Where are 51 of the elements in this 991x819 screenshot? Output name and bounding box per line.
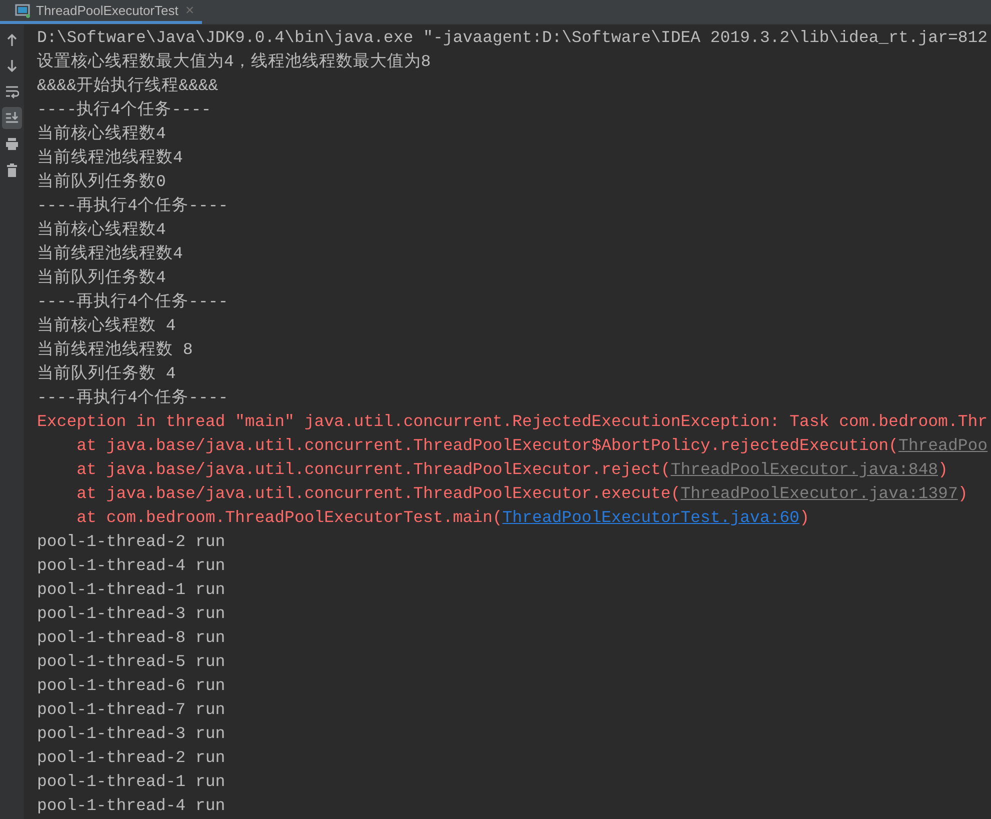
console-line: 设置核心线程数最大值为4，线程池线程数最大值为8 bbox=[37, 52, 431, 71]
console-line: pool-1-thread-1 run bbox=[37, 772, 226, 791]
console-line: pool-1-thread-5 run bbox=[37, 652, 226, 671]
console-line: pool-1-thread-7 run bbox=[37, 700, 226, 719]
source-link[interactable]: ThreadPoolExecutor.java:848 bbox=[670, 460, 938, 479]
console-line: 当前核心线程数 4 bbox=[37, 316, 176, 335]
console-line: &&&&开始执行线程&&&& bbox=[37, 76, 218, 95]
console-line: ----再执行4个任务---- bbox=[37, 388, 228, 407]
down-arrow-icon bbox=[4, 59, 18, 73]
console-line: pool-1-thread-6 run bbox=[37, 676, 226, 695]
console-line: pool-1-thread-1 run bbox=[37, 580, 226, 599]
console-line: 当前队列任务数0 bbox=[37, 172, 166, 191]
error-line: Exception in thread "main" java.util.concurrent.RejectedExecutionException: Task com.bedroom.Thr bbox=[37, 412, 988, 431]
stack-trace-text: ) bbox=[799, 508, 810, 527]
tab-title: ThreadPoolExecutorTest bbox=[36, 2, 178, 20]
console-icon bbox=[15, 4, 31, 18]
stack-trace-text: at java.base/java.util.concurrent.ThreadPoolExecutor.reject( bbox=[76, 460, 671, 479]
console-line: 当前核心线程数4 bbox=[37, 124, 166, 143]
stack-trace-text: at java.base/java.util.concurrent.ThreadPoolExecutor$AbortPolicy.rejectedExecution( bbox=[76, 436, 898, 455]
scroll-to-end-icon bbox=[4, 111, 18, 125]
console-line: 当前队列任务数 4 bbox=[37, 364, 176, 383]
stack-trace-text: ) bbox=[958, 484, 968, 503]
console-line: ----再执行4个任务---- bbox=[37, 196, 228, 215]
stack-trace-text: at java.base/java.util.concurrent.ThreadPoolExecutor.execute( bbox=[76, 484, 681, 503]
print-icon bbox=[4, 137, 18, 151]
stack-trace-text: ) bbox=[938, 460, 948, 479]
console-line: pool-1-thread-2 run bbox=[37, 532, 226, 551]
source-link[interactable]: ThreadPoo bbox=[898, 436, 988, 455]
stack-trace-text: at com.bedroom.ThreadPoolExecutorTest.main( bbox=[76, 508, 502, 527]
trash-icon bbox=[4, 163, 18, 177]
soft-wrap-icon bbox=[4, 85, 18, 99]
console-line: pool-1-thread-2 run bbox=[37, 748, 226, 767]
console-line: 当前线程池线程数 8 bbox=[37, 340, 193, 359]
source-link[interactable]: ThreadPoolExecutorTest.java:60 bbox=[502, 508, 800, 527]
console-line: D:\Software\Java\JDK9.0.4\bin\java.exe "-javaagent:D:\Software\IDEA 2019.3.2\lib\idea_rt.jar=812 bbox=[37, 28, 988, 47]
console-line: 当前线程池线程数4 bbox=[37, 244, 183, 263]
console-line: 当前队列任务数4 bbox=[37, 268, 166, 287]
console-line: pool-1-thread-3 run bbox=[37, 604, 226, 623]
console-line: ----执行4个任务---- bbox=[37, 100, 212, 119]
console-line: pool-1-thread-4 run bbox=[37, 556, 226, 575]
console-line: 当前线程池线程数4 bbox=[37, 148, 183, 167]
scroll-to-end-button[interactable] bbox=[2, 107, 22, 129]
console-line: ----再执行4个任务---- bbox=[37, 292, 228, 311]
close-icon[interactable]: × bbox=[185, 3, 194, 18]
console-line: pool-1-thread-3 run bbox=[37, 724, 226, 743]
console-line: 当前核心线程数4 bbox=[37, 220, 166, 239]
source-link[interactable]: ThreadPoolExecutor.java:1397 bbox=[680, 484, 958, 503]
up-arrow-icon bbox=[4, 33, 18, 47]
console-line: pool-1-thread-4 run bbox=[37, 796, 226, 815]
console-line: pool-1-thread-8 run bbox=[37, 628, 226, 647]
console-tab[interactable]: ThreadPoolExecutorTest × bbox=[0, 0, 202, 24]
